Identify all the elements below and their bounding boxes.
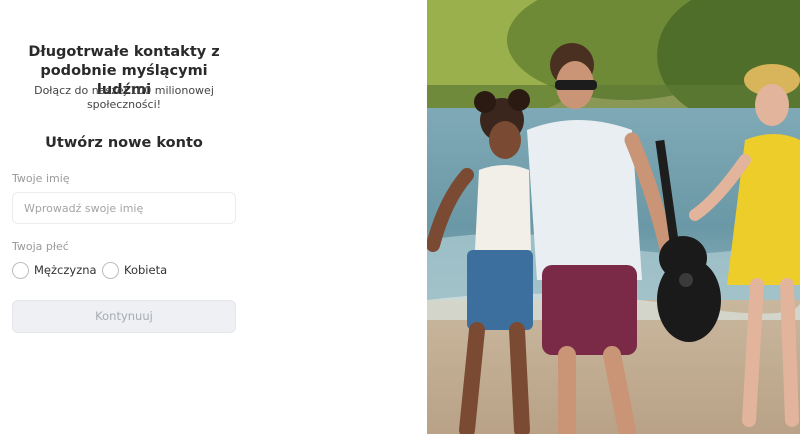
subheadline: Dołącz do naszej 100 milionowej społeczn… (20, 84, 228, 112)
name-label: Twoje imię (12, 172, 70, 185)
gender-label: Twoja płeć (12, 240, 69, 253)
headline-line-1: Długotrwałe kontakty z (28, 44, 220, 60)
gender-option-male[interactable]: Mężczyzna (12, 261, 97, 279)
name-input[interactable] (12, 192, 236, 224)
signup-panel: Długotrwałe kontakty z podobnie myślącym… (0, 0, 427, 434)
radio-circle-icon[interactable] (12, 261, 29, 279)
continue-button[interactable]: Kontynuuj (12, 300, 236, 333)
hero-photo (427, 0, 800, 434)
beach-photo-image (427, 0, 800, 434)
gender-option-label: Mężczyzna (34, 263, 97, 277)
subheadline-line-2: społeczności! (86, 98, 162, 111)
form-title: Utwórz nowe konto (45, 135, 203, 151)
gender-option-female[interactable]: Kobieta (102, 261, 167, 279)
gender-option-label: Kobieta (124, 263, 168, 277)
radio-circle-icon[interactable] (102, 261, 119, 279)
subheadline-line-1: Dołącz do naszej 100 milionowej (34, 84, 214, 97)
